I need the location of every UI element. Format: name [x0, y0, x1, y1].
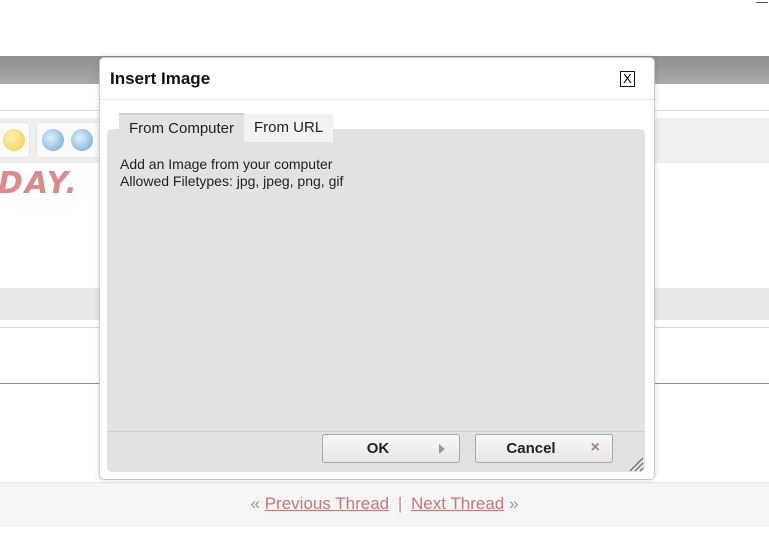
nav-separator: |: [397, 494, 403, 513]
toolbar-button[interactable]: [0, 122, 30, 158]
tab-from-computer[interactable]: From Computer: [119, 113, 245, 143]
previous-thread-link[interactable]: Previous Thread: [265, 494, 389, 513]
insert-image-dialog: Insert Image X Add an Image from your co…: [99, 57, 655, 480]
globe-icon: [42, 129, 64, 151]
tab-from-url[interactable]: From URL: [244, 114, 334, 142]
ok-label: OK: [366, 440, 390, 457]
cancel-label: Cancel: [506, 440, 556, 457]
prev-arrow: «: [250, 494, 260, 513]
close-button[interactable]: X: [620, 71, 635, 87]
dialog-button-bar: OK Cancel ×: [107, 431, 645, 472]
thread-navigation: « Previous Thread | Next Thread »: [0, 494, 769, 514]
dialog-title: Insert Image: [110, 69, 211, 88]
banner-text: DAY.: [0, 166, 79, 201]
close-x-icon: ×: [590, 439, 600, 456]
toolbar-button-group[interactable]: [36, 122, 102, 158]
cancel-button[interactable]: Cancel ×: [475, 434, 613, 463]
resize-handle-icon[interactable]: [628, 456, 644, 472]
title-divider: [100, 99, 654, 100]
tab-panel: Add an Image from your computer Allowed …: [107, 129, 645, 431]
description-line: Add an Image from your computer: [120, 156, 333, 172]
allowed-filetypes: Allowed Filetypes: jpg, jpeg, png, gif: [120, 173, 344, 189]
window-corner-mark: [756, 0, 768, 3]
arrow-right-icon: [439, 444, 445, 454]
upload-description: Add an Image from your computer Allowed …: [120, 156, 343, 190]
next-arrow: »: [509, 494, 519, 513]
globe-remove-icon: [71, 129, 93, 151]
next-thread-link[interactable]: Next Thread: [411, 494, 504, 513]
ok-button[interactable]: OK: [322, 434, 460, 463]
smiley-icon: [3, 129, 25, 151]
